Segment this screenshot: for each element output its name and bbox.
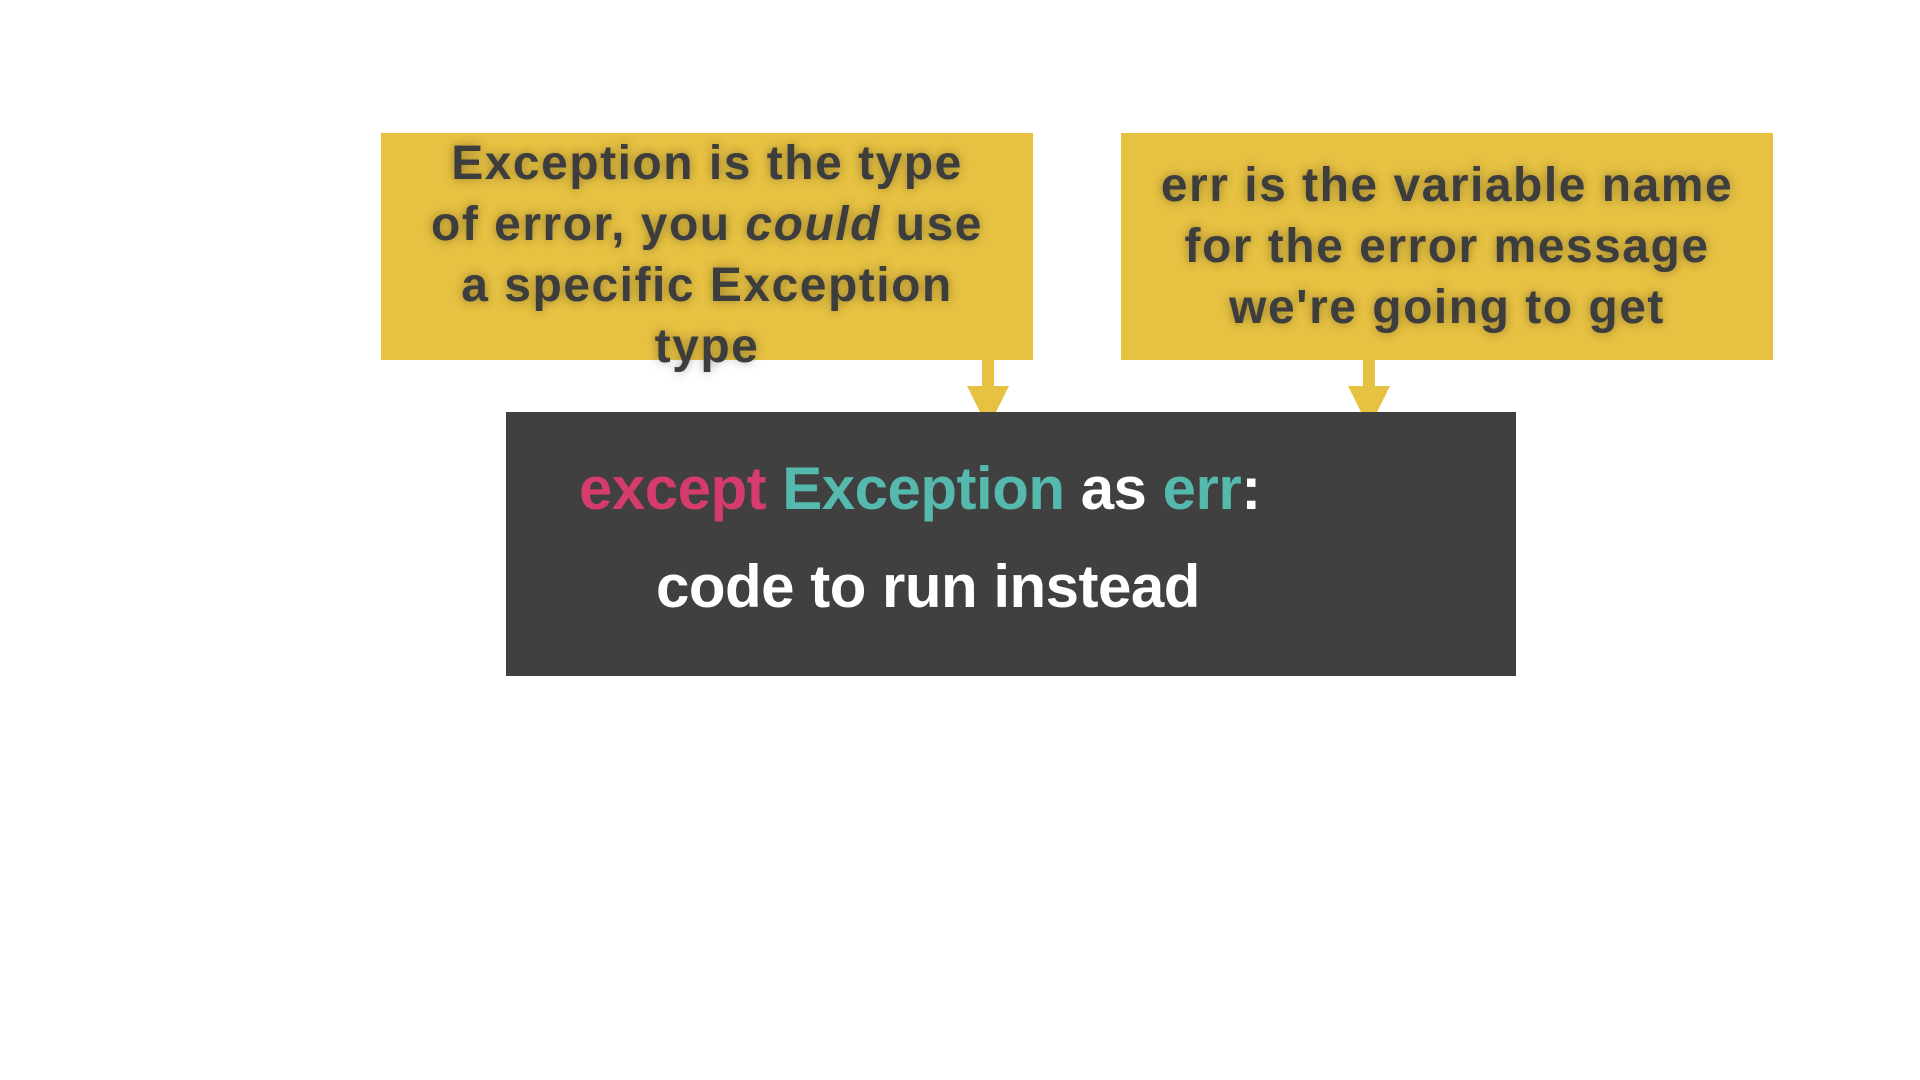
code-variable-err: err xyxy=(1162,455,1242,522)
callout-left-line-2-pre: of error, you xyxy=(431,198,746,251)
callout-left-line-4: type xyxy=(654,320,760,373)
code-line-body: code to run instead xyxy=(656,553,1200,620)
callout-left-line-3: a specific Exception xyxy=(461,259,953,312)
code-keyword-as: as xyxy=(1080,455,1147,522)
callout-right-line-3: we're going to get xyxy=(1229,281,1665,334)
callout-left-line-2-post: use xyxy=(880,198,983,251)
code-block: except Exception as err: code to run ins… xyxy=(506,412,1516,676)
callout-right-line-2: for the error message xyxy=(1184,220,1710,273)
callout-left-line-1: Exception is the type xyxy=(451,137,963,190)
callout-left-emphasis: could xyxy=(745,198,881,251)
callout-left-line-2: of error, you could use xyxy=(431,194,983,255)
callout-right-line-1: err is the variable name xyxy=(1160,159,1734,212)
callout-err-variable: err is the variable name for the error m… xyxy=(1121,133,1773,360)
code-exception-type: Exception xyxy=(782,455,1065,522)
code-keyword-except: except xyxy=(579,455,767,522)
callout-exception-type: Exception is the type of error, you coul… xyxy=(381,133,1033,373)
code-line-except: except Exception as err: xyxy=(579,454,1261,523)
code-colon: : xyxy=(1241,455,1261,522)
